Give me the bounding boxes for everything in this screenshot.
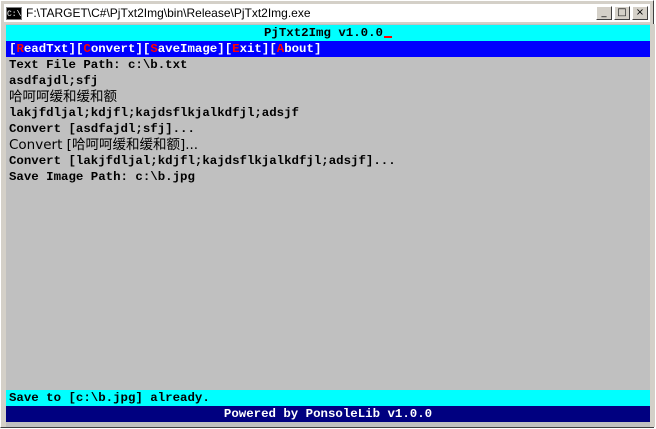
output-line-image-path: Save Image Path: c:\b.jpg bbox=[9, 170, 195, 184]
window-edge bbox=[651, 24, 655, 427]
console-area[interactable]: PjTxt2Img v1.0.0 [ReadTxt][Convert][Save… bbox=[6, 24, 650, 427]
minimize-button[interactable]: _ bbox=[596, 6, 612, 20]
menu-bar: [ReadTxt][Convert][SaveImage][Exit][Abou… bbox=[6, 41, 650, 57]
output-line-convert-1: Convert [asdfajdl;sfj]... bbox=[9, 122, 195, 136]
hotkey-e: E bbox=[232, 42, 240, 56]
close-button[interactable]: × bbox=[632, 6, 648, 20]
app-title-bar: PjTxt2Img v1.0.0 bbox=[6, 25, 650, 41]
output-line-convert-3: Convert [lakjfdljal;kdjfl;kajdsflkjalkdf… bbox=[9, 154, 396, 168]
hotkey-c: C bbox=[83, 42, 91, 56]
hotkey-s: S bbox=[150, 42, 158, 56]
menu-item-readtxt[interactable]: [ReadTxt] bbox=[9, 42, 76, 56]
menu-item-saveimage[interactable]: [SaveImage] bbox=[143, 42, 225, 56]
footer-bar: Powered by PonsoleLib v1.0.0 bbox=[6, 406, 650, 422]
window-titlebar[interactable]: C:\ F:\TARGET\C#\PjTxt2Img\bin\Release\P… bbox=[4, 4, 650, 22]
console-window: C:\ F:\TARGET\C#\PjTxt2Img\bin\Release\P… bbox=[0, 0, 655, 428]
text-cursor bbox=[383, 36, 392, 38]
menu-item-about[interactable]: [About] bbox=[269, 42, 321, 56]
output-line-text-3: lakjfdljal;kdjfl;kajdsflkjalkdfjl;adsjf bbox=[9, 106, 299, 120]
status-bar: Save to [c:\b.jpg] already. bbox=[6, 390, 650, 406]
hotkey-r: R bbox=[16, 42, 24, 56]
output-line-convert-2: Convert [哈呵呵缓和缓和额]... bbox=[9, 137, 199, 153]
maximize-button[interactable]: □ bbox=[614, 6, 630, 20]
menu-item-exit[interactable]: [Exit] bbox=[225, 42, 270, 56]
app-title: PjTxt2Img v1.0.0 bbox=[264, 26, 383, 40]
window-title: F:\TARGET\C#\PjTxt2Img\bin\Release\PjTxt… bbox=[26, 6, 311, 20]
menu-item-convert[interactable]: [Convert] bbox=[76, 42, 143, 56]
output-line-text-path: Text File Path: c:\b.txt bbox=[9, 58, 188, 72]
output-line-text-1: asdfajdl;sfj bbox=[9, 74, 99, 88]
output-line-text-2: 哈呵呵缓和缓和额 bbox=[9, 89, 117, 105]
console-app-icon[interactable]: C:\ bbox=[6, 6, 22, 20]
